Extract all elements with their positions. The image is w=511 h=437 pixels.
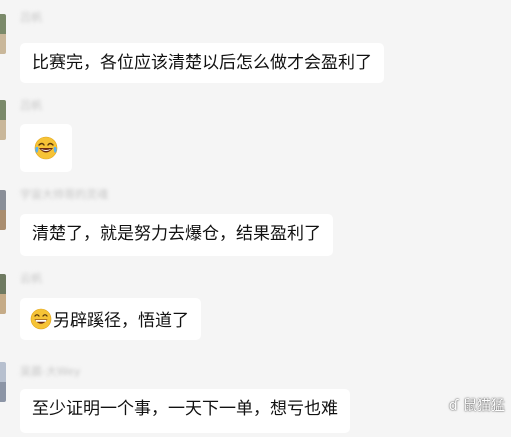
message-bubble[interactable] (20, 124, 72, 172)
chat-window: { "messages": [ { "sender": "吕帆", "text"… (0, 0, 511, 437)
avatar[interactable] (0, 100, 6, 140)
avatar[interactable] (0, 274, 6, 314)
sender-name: 吕帆 (20, 99, 42, 112)
sender-name: 云帆 (20, 272, 42, 285)
message-bubble[interactable]: 清楚了，就是努力去爆仓，结果盈利了 (20, 214, 333, 256)
laughing-crying-emoji-icon (34, 136, 58, 160)
grinning-emoji-icon (30, 308, 52, 330)
avatar[interactable] (0, 14, 6, 54)
sender-name: 吕帆 (20, 11, 42, 24)
message-bubble[interactable]: 另辟蹊径，悟道了 (20, 298, 201, 340)
watermark-icon: ɗ (448, 398, 459, 414)
avatar[interactable] (0, 190, 6, 230)
watermark: ɗ 鼠猫猛 (449, 397, 505, 415)
message-bubble[interactable]: 比赛完，各位应该清楚以后怎么做才会盈利了 (20, 43, 384, 83)
sender-name: 吴晨-大Wey (20, 365, 81, 378)
message-bubble[interactable]: 至少证明一个事，一天下一单，想亏也难 (20, 389, 350, 433)
sender-name: 宇宙大帅哥的灵魂 (20, 188, 108, 201)
message-text: 另辟蹊径，悟道了 (53, 311, 189, 331)
watermark-text: 鼠猫猛 (463, 398, 505, 414)
avatar[interactable] (0, 362, 6, 402)
